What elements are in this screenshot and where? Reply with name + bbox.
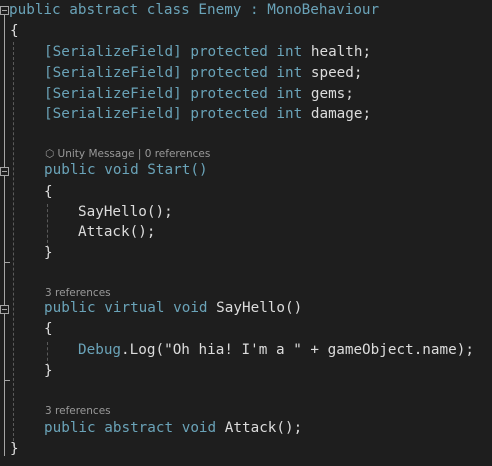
- codelens-attack[interactable]: 3 references: [45, 404, 111, 418]
- codelens-separator: |: [137, 148, 142, 160]
- start-name: Start(): [147, 162, 208, 178]
- debug-call: .Log("Oh hia! I'm a " + gameObject.name)…: [121, 342, 474, 358]
- sayhello-keywords: public virtual void: [44, 300, 217, 316]
- attack-keywords: public abstract void: [44, 420, 225, 436]
- debug-class: Debug: [78, 342, 122, 358]
- class-name: Enemy: [198, 2, 242, 18]
- call-sayhello[interactable]: SayHello();: [78, 202, 173, 222]
- field-name: speed;: [310, 65, 363, 81]
- field-name: gems;: [310, 86, 354, 102]
- codelens-start[interactable]: ⬡ Unity Message | 0 references: [45, 147, 210, 161]
- field-name: damage;: [310, 106, 372, 122]
- call-attack[interactable]: Attack();: [78, 222, 155, 242]
- field-mods: protected int: [181, 65, 311, 81]
- field-attr: [SerializeField]: [44, 86, 182, 102]
- start-close-brace: }: [44, 245, 53, 261]
- attack-name: Attack();: [224, 420, 303, 436]
- field-attr: [SerializeField]: [44, 65, 182, 81]
- collapse-class-icon[interactable]: [0, 6, 9, 15]
- base-class: MonoBehaviour: [267, 2, 380, 18]
- collapse-start-icon[interactable]: [0, 167, 9, 176]
- sayhello-declaration[interactable]: public virtual void SayHello(): [44, 298, 302, 318]
- unity-cube-icon: ⬡: [45, 148, 58, 160]
- indent-guide-class: [13, 42, 14, 446]
- sayhello-open-brace: {: [44, 321, 53, 337]
- indent-guide-start: [47, 204, 48, 248]
- class-open-brace: {: [10, 23, 19, 39]
- class-close-brace: }: [10, 441, 19, 457]
- field-line[interactable]: [SerializeField] protected int speed;: [44, 63, 363, 83]
- field-line[interactable]: [SerializeField] protected int damage;: [44, 104, 371, 124]
- field-attr: [SerializeField]: [44, 44, 182, 60]
- field-mods: protected int: [181, 44, 311, 60]
- field-line[interactable]: [SerializeField] protected int health;: [44, 42, 371, 62]
- outline-end-start: [4, 262, 10, 263]
- class-keywords: public abstract class: [9, 2, 199, 18]
- start-keywords: public void: [44, 162, 148, 178]
- sayhello-close-brace: }: [44, 363, 53, 379]
- field-mods: protected int: [181, 106, 311, 122]
- collapse-sayhello-icon[interactable]: [0, 305, 9, 314]
- sayhello-name: SayHello(): [216, 300, 303, 316]
- outline-end-sayhello: [4, 380, 10, 381]
- debug-log-line[interactable]: Debug.Log("Oh hia! I'm a " + gameObject.…: [78, 340, 474, 360]
- codelens-references[interactable]: 0 references: [145, 148, 211, 160]
- field-line[interactable]: [SerializeField] protected int gems;: [44, 84, 354, 104]
- field-name: health;: [310, 44, 372, 60]
- field-attr: [SerializeField]: [44, 106, 182, 122]
- class-sep: :: [241, 2, 268, 18]
- start-open-brace: {: [44, 184, 53, 200]
- codelens-unity-message[interactable]: Unity Message: [58, 148, 135, 160]
- field-mods: protected int: [181, 86, 311, 102]
- attack-declaration[interactable]: public abstract void Attack();: [44, 418, 302, 438]
- outline-guide-class: [4, 14, 5, 456]
- start-declaration[interactable]: public void Start(): [44, 160, 208, 180]
- class-declaration[interactable]: public abstract class Enemy : MonoBehavi…: [9, 0, 379, 20]
